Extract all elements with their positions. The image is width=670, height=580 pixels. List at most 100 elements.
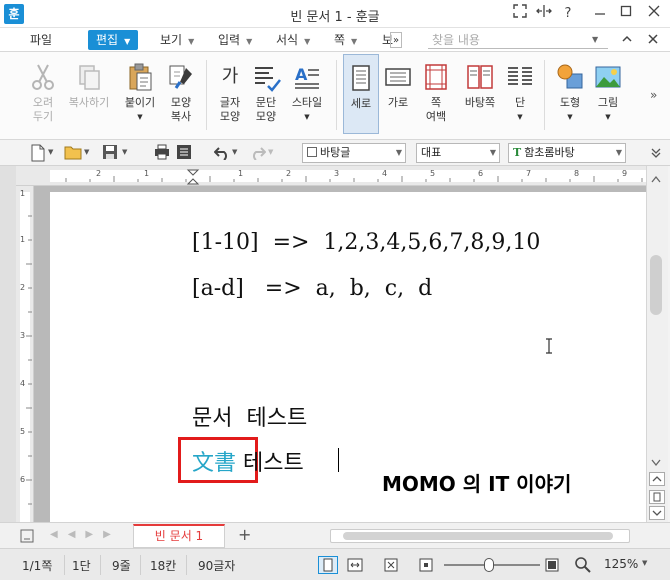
add-tab-button[interactable]: + (238, 525, 251, 544)
help-button[interactable]: ? (557, 4, 579, 24)
menu-page[interactable]: 쪽 ▼ (330, 30, 361, 50)
undo-icon[interactable] (213, 144, 232, 162)
status-page[interactable]: 1/1쪽 (22, 557, 52, 574)
menu-overflow-button[interactable]: » (390, 32, 403, 48)
menu-file-label: 파일 (30, 33, 53, 47)
shape-button[interactable]: 도형 ▼ (552, 54, 588, 134)
font-combo[interactable]: T 함초롬바탕 ▼ (508, 143, 626, 163)
format-copy-label: 모양 복사 (170, 96, 192, 123)
tab-nav-icon[interactable]: ◀◀▶▶ (50, 529, 121, 540)
master-page-label: 바탕쪽 (464, 96, 496, 109)
doc-line-hanja[interactable]: 文書 테스트 (192, 445, 304, 477)
watermark-text: MOMO 의 IT 이야기 (382, 472, 572, 496)
fullscreen-icon[interactable] (509, 4, 531, 24)
toolbar-expand-icon[interactable] (650, 146, 662, 163)
scroll-down-icon[interactable] (651, 456, 661, 470)
preview-icon[interactable] (176, 144, 194, 162)
menu-file[interactable]: 파일 (26, 30, 56, 50)
chevron-down-icon: ▼ (246, 37, 253, 46)
width-view-icon[interactable] (346, 557, 364, 576)
horizontal-ruler[interactable]: 2 1 1 2 3 4 5 6 7 8 9 (16, 166, 646, 186)
open-folder-icon[interactable] (64, 144, 82, 162)
menu-view[interactable]: 보기 ▼ (156, 30, 198, 50)
format-copy-button[interactable]: 모양 복사 (162, 54, 200, 134)
vertical-ruler[interactable]: 1 1 2 3 4 5 6 (16, 186, 34, 522)
doc-line-korean[interactable]: 문서 테스트 (192, 400, 307, 432)
hscroll-thumb[interactable] (343, 532, 613, 540)
ribbon-more-icon[interactable]: » (650, 88, 657, 102)
new-document-icon[interactable] (30, 144, 48, 162)
scroll-thumb[interactable] (650, 255, 662, 315)
zoom-level[interactable]: 125% (604, 557, 638, 571)
print-icon[interactable] (154, 144, 172, 162)
document-page[interactable]: [1-10] => 1,2,3,4,5,6,7,8,9,10 [a-d] => … (50, 192, 646, 522)
app-icon[interactable]: 훈 (4, 4, 24, 24)
status-column: 1단 (72, 559, 91, 573)
page-view-button[interactable] (318, 556, 338, 574)
doc-line-range-numbers[interactable]: [1-10] => 1,2,3,4,5,6,7,8,9,10 (192, 230, 540, 255)
menu-format[interactable]: 서식 ▼ (272, 30, 314, 50)
menu-insert[interactable]: 입력 ▼ (214, 30, 256, 50)
master-page-button[interactable]: 바탕쪽 (458, 54, 502, 134)
zoom-slider-thumb[interactable] (484, 558, 494, 572)
chevron-down-icon[interactable]: ▼ (232, 148, 237, 156)
svg-text:2: 2 (286, 169, 291, 178)
hanja-text[interactable]: 文書 (192, 451, 236, 476)
svg-text:3: 3 (20, 331, 25, 340)
chevron-down-icon[interactable]: ▼ (642, 559, 647, 567)
cut-button[interactable]: 오려 두기 (22, 54, 64, 134)
menu-insert-label: 입력 (218, 33, 241, 47)
doc-line-range-letters[interactable]: [a-d] => a, b, c, d (192, 276, 432, 301)
cut-label: 오려 두기 (32, 96, 54, 123)
columns-button[interactable]: 단 ▼ (504, 54, 536, 134)
portrait-page-icon (352, 65, 370, 91)
split-view-icon[interactable] (533, 4, 555, 24)
style-button[interactable]: A 스타일 ▼ (286, 54, 328, 134)
portrait-button[interactable]: 세로 (343, 54, 379, 134)
char-shape-button[interactable]: 가 글자 모양 (212, 54, 248, 134)
chevron-down-icon[interactable]: ▼ (268, 148, 273, 156)
copy-button[interactable]: 복사하기 (64, 54, 114, 134)
close-button[interactable] (643, 4, 665, 24)
landscape-button[interactable]: 가로 (380, 54, 416, 134)
chevron-down-icon[interactable]: ▼ (84, 148, 89, 156)
save-icon[interactable] (102, 144, 120, 162)
minimize-button[interactable] (589, 4, 611, 24)
magnifier-icon[interactable] (574, 556, 592, 577)
page-margin-icon (425, 64, 447, 90)
chevron-down-icon[interactable]: ▼ (48, 148, 53, 156)
chevron-up-icon[interactable] (620, 32, 634, 49)
hanja-rest-text[interactable]: 테스트 (236, 451, 304, 476)
next-page-button[interactable] (649, 506, 665, 520)
redo-icon[interactable] (250, 144, 268, 162)
left-gutter (0, 166, 16, 522)
paste-button[interactable]: 붙이기 ▼ (118, 54, 162, 134)
picture-button[interactable]: 그림 ▼ (590, 54, 626, 134)
style-combo[interactable]: 바탕글 ▼ (302, 143, 406, 163)
maximize-button[interactable] (615, 4, 637, 24)
zoom-out-icon[interactable] (418, 557, 434, 576)
chevron-down-icon[interactable]: ▼ (122, 148, 127, 156)
close-doc-icon[interactable] (646, 32, 660, 49)
search-dropdown-icon[interactable]: ▼ (592, 35, 598, 44)
menu-edit[interactable]: 편집 ▼ (88, 30, 139, 50)
full-page-icon[interactable] (382, 557, 400, 576)
prev-page-button[interactable] (649, 472, 665, 486)
scroll-up-icon[interactable] (651, 172, 661, 186)
horizontal-scrollbar[interactable] (330, 529, 630, 543)
para-shape-button[interactable]: 문단 모양 (248, 54, 284, 134)
quick-toolbar: ▼ ▼ ▼ ▼ ▼ 바탕글 ▼ 대표 ▼ T 함초롬바탕 ▼ (0, 140, 670, 166)
zoom-in-icon[interactable] (544, 557, 560, 576)
style-combo-value: 바탕글 (320, 146, 351, 159)
tab-document-1[interactable]: 빈 문서 1 (133, 524, 225, 548)
tab-list-icon[interactable] (20, 529, 34, 546)
para-shape-icon (255, 67, 281, 92)
search-input[interactable]: 찾을 내용 (428, 31, 608, 49)
font-combo-value: 함초롬바탕 (524, 146, 575, 159)
page-margin-button[interactable]: 쪽 여백 (418, 54, 454, 134)
title-bar: 훈 빈 문서 1 - 훈글 ? (0, 0, 670, 28)
language-combo[interactable]: 대표 ▼ (416, 143, 500, 163)
page-jump-button[interactable] (649, 490, 665, 504)
paste-icon (129, 63, 152, 91)
document-tab-bar: ◀◀▶▶ 빈 문서 1 + (0, 522, 670, 548)
